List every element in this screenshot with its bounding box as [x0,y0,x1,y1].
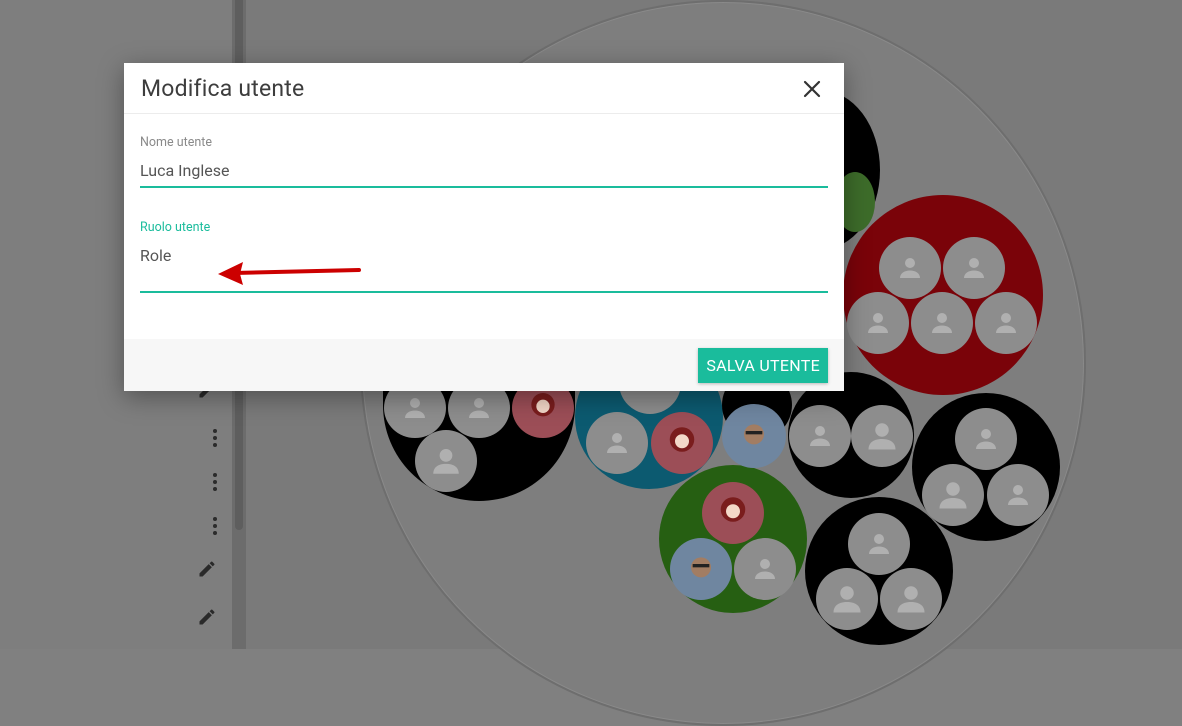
avatar [922,464,984,526]
avatar [586,412,648,474]
save-user-button[interactable]: SALVA UTENTE [698,348,828,383]
avatar [943,237,1005,299]
avatar [722,404,786,468]
avatar [789,405,851,467]
avatar [975,292,1037,354]
pencil-icon[interactable] [195,557,219,581]
username-label: Nome utente [140,135,212,150]
avatar [651,412,713,474]
dialog-title: Modifica utente [141,75,305,102]
avatar [879,237,941,299]
avatar [847,292,909,354]
pencil-icon[interactable] [195,605,219,629]
edit-user-dialog: Modifica utente Nome utente Ruolo utente… [124,63,844,391]
more-vert-icon[interactable] [203,514,227,538]
dialog-footer: SALVA UTENTE [124,339,844,391]
username-underline [140,186,828,188]
avatar [670,538,732,600]
dialog-header: Modifica utente [124,63,844,114]
avatar [415,430,477,492]
annotation-arrow-icon [218,262,361,285]
more-vert-icon[interactable] [203,470,227,494]
avatar [955,408,1017,470]
avatar [880,568,942,630]
avatar [702,482,764,544]
avatar [911,292,973,354]
username-field: Nome utente [140,135,828,188]
avatar [851,405,913,467]
role-underline [140,291,828,293]
avatar [816,568,878,630]
avatar [987,464,1049,526]
avatar [734,538,796,600]
more-vert-icon[interactable] [203,426,227,450]
role-label: Ruolo utente [140,220,211,235]
avatar [848,513,910,575]
close-icon[interactable] [800,77,824,101]
username-input[interactable] [140,159,828,181]
